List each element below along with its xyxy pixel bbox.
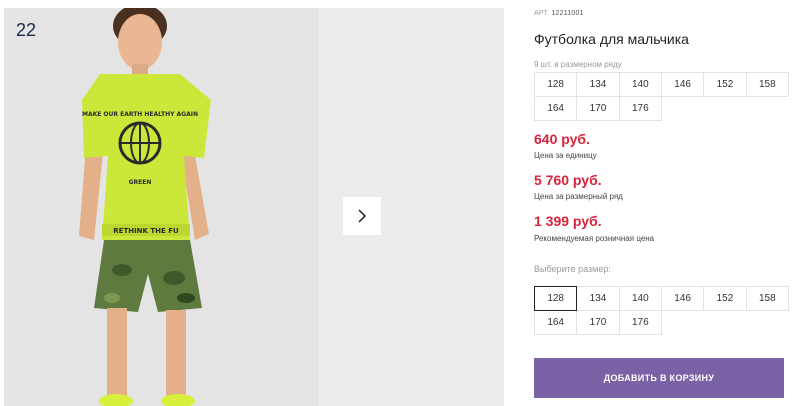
boy-model-illustration: MAKE OUR EARTH HEALTHY AGAIN GREEN RETHI… (4, 8, 319, 406)
size-row-cell: 128 (534, 72, 578, 97)
shirt-print-rethink: RETHINK THE FU (113, 227, 179, 235)
size-option-164[interactable]: 164 (534, 310, 578, 335)
size-option-146[interactable]: 146 (660, 286, 705, 311)
size-row-count: 9 шт. в размерном ряду (534, 60, 622, 69)
size-row-price-note: Цена за размерный ряд (534, 192, 623, 201)
size-row-cell: 146 (660, 72, 705, 97)
next-slide-button[interactable] (343, 197, 381, 235)
size-option-152[interactable]: 152 (703, 286, 747, 311)
article-number: АРТ. 12211001 (534, 10, 584, 17)
size-option-158[interactable]: 158 (745, 286, 789, 311)
article-value: 12211001 (551, 10, 584, 17)
size-row-cell: 134 (576, 72, 620, 97)
size-option-176[interactable]: 176 (618, 310, 662, 335)
shirt-print-text: MAKE OUR EARTH HEALTHY AGAIN (82, 111, 198, 118)
product-gallery: MAKE OUR EARTH HEALTHY AGAIN GREEN RETHI… (4, 8, 504, 406)
size-option-128[interactable]: 128 (534, 286, 578, 311)
choose-size-label: Выберите размер: (534, 264, 611, 274)
add-to-cart-button[interactable]: ДОБАВИТЬ В КОРЗИНУ (534, 358, 784, 398)
size-row-cell: 170 (576, 96, 620, 121)
slide-number: 22 (16, 20, 37, 40)
retail-price: 1 399 руб. (534, 213, 602, 229)
size-row-price: 5 760 руб. (534, 172, 602, 188)
article-label: АРТ. (534, 10, 550, 17)
size-option-140[interactable]: 140 (618, 286, 662, 311)
size-row-cell: 176 (618, 96, 662, 121)
unit-price-note: Цена за единицу (534, 151, 597, 160)
size-row-cell: 158 (745, 72, 789, 97)
size-selector: 128 134 140 146 152 158 164 170 176 (534, 286, 789, 335)
chevron-right-icon (358, 209, 367, 223)
size-row-cell: 140 (618, 72, 662, 97)
product-photo: MAKE OUR EARTH HEALTHY AGAIN GREEN RETHI… (4, 8, 319, 406)
product-title: Футболка для мальчика (534, 31, 689, 47)
shirt-print-green: GREEN (129, 179, 152, 186)
size-row-grid: 128 134 140 146 152 158 164 170 176 (534, 72, 789, 121)
size-row-cell: 164 (534, 96, 578, 121)
retail-price-note: Рекомендуемая розничная цена (534, 234, 655, 243)
size-option-134[interactable]: 134 (576, 286, 620, 311)
size-option-170[interactable]: 170 (576, 310, 620, 335)
size-row-cell: 152 (703, 72, 747, 97)
unit-price: 640 руб. (534, 131, 590, 147)
